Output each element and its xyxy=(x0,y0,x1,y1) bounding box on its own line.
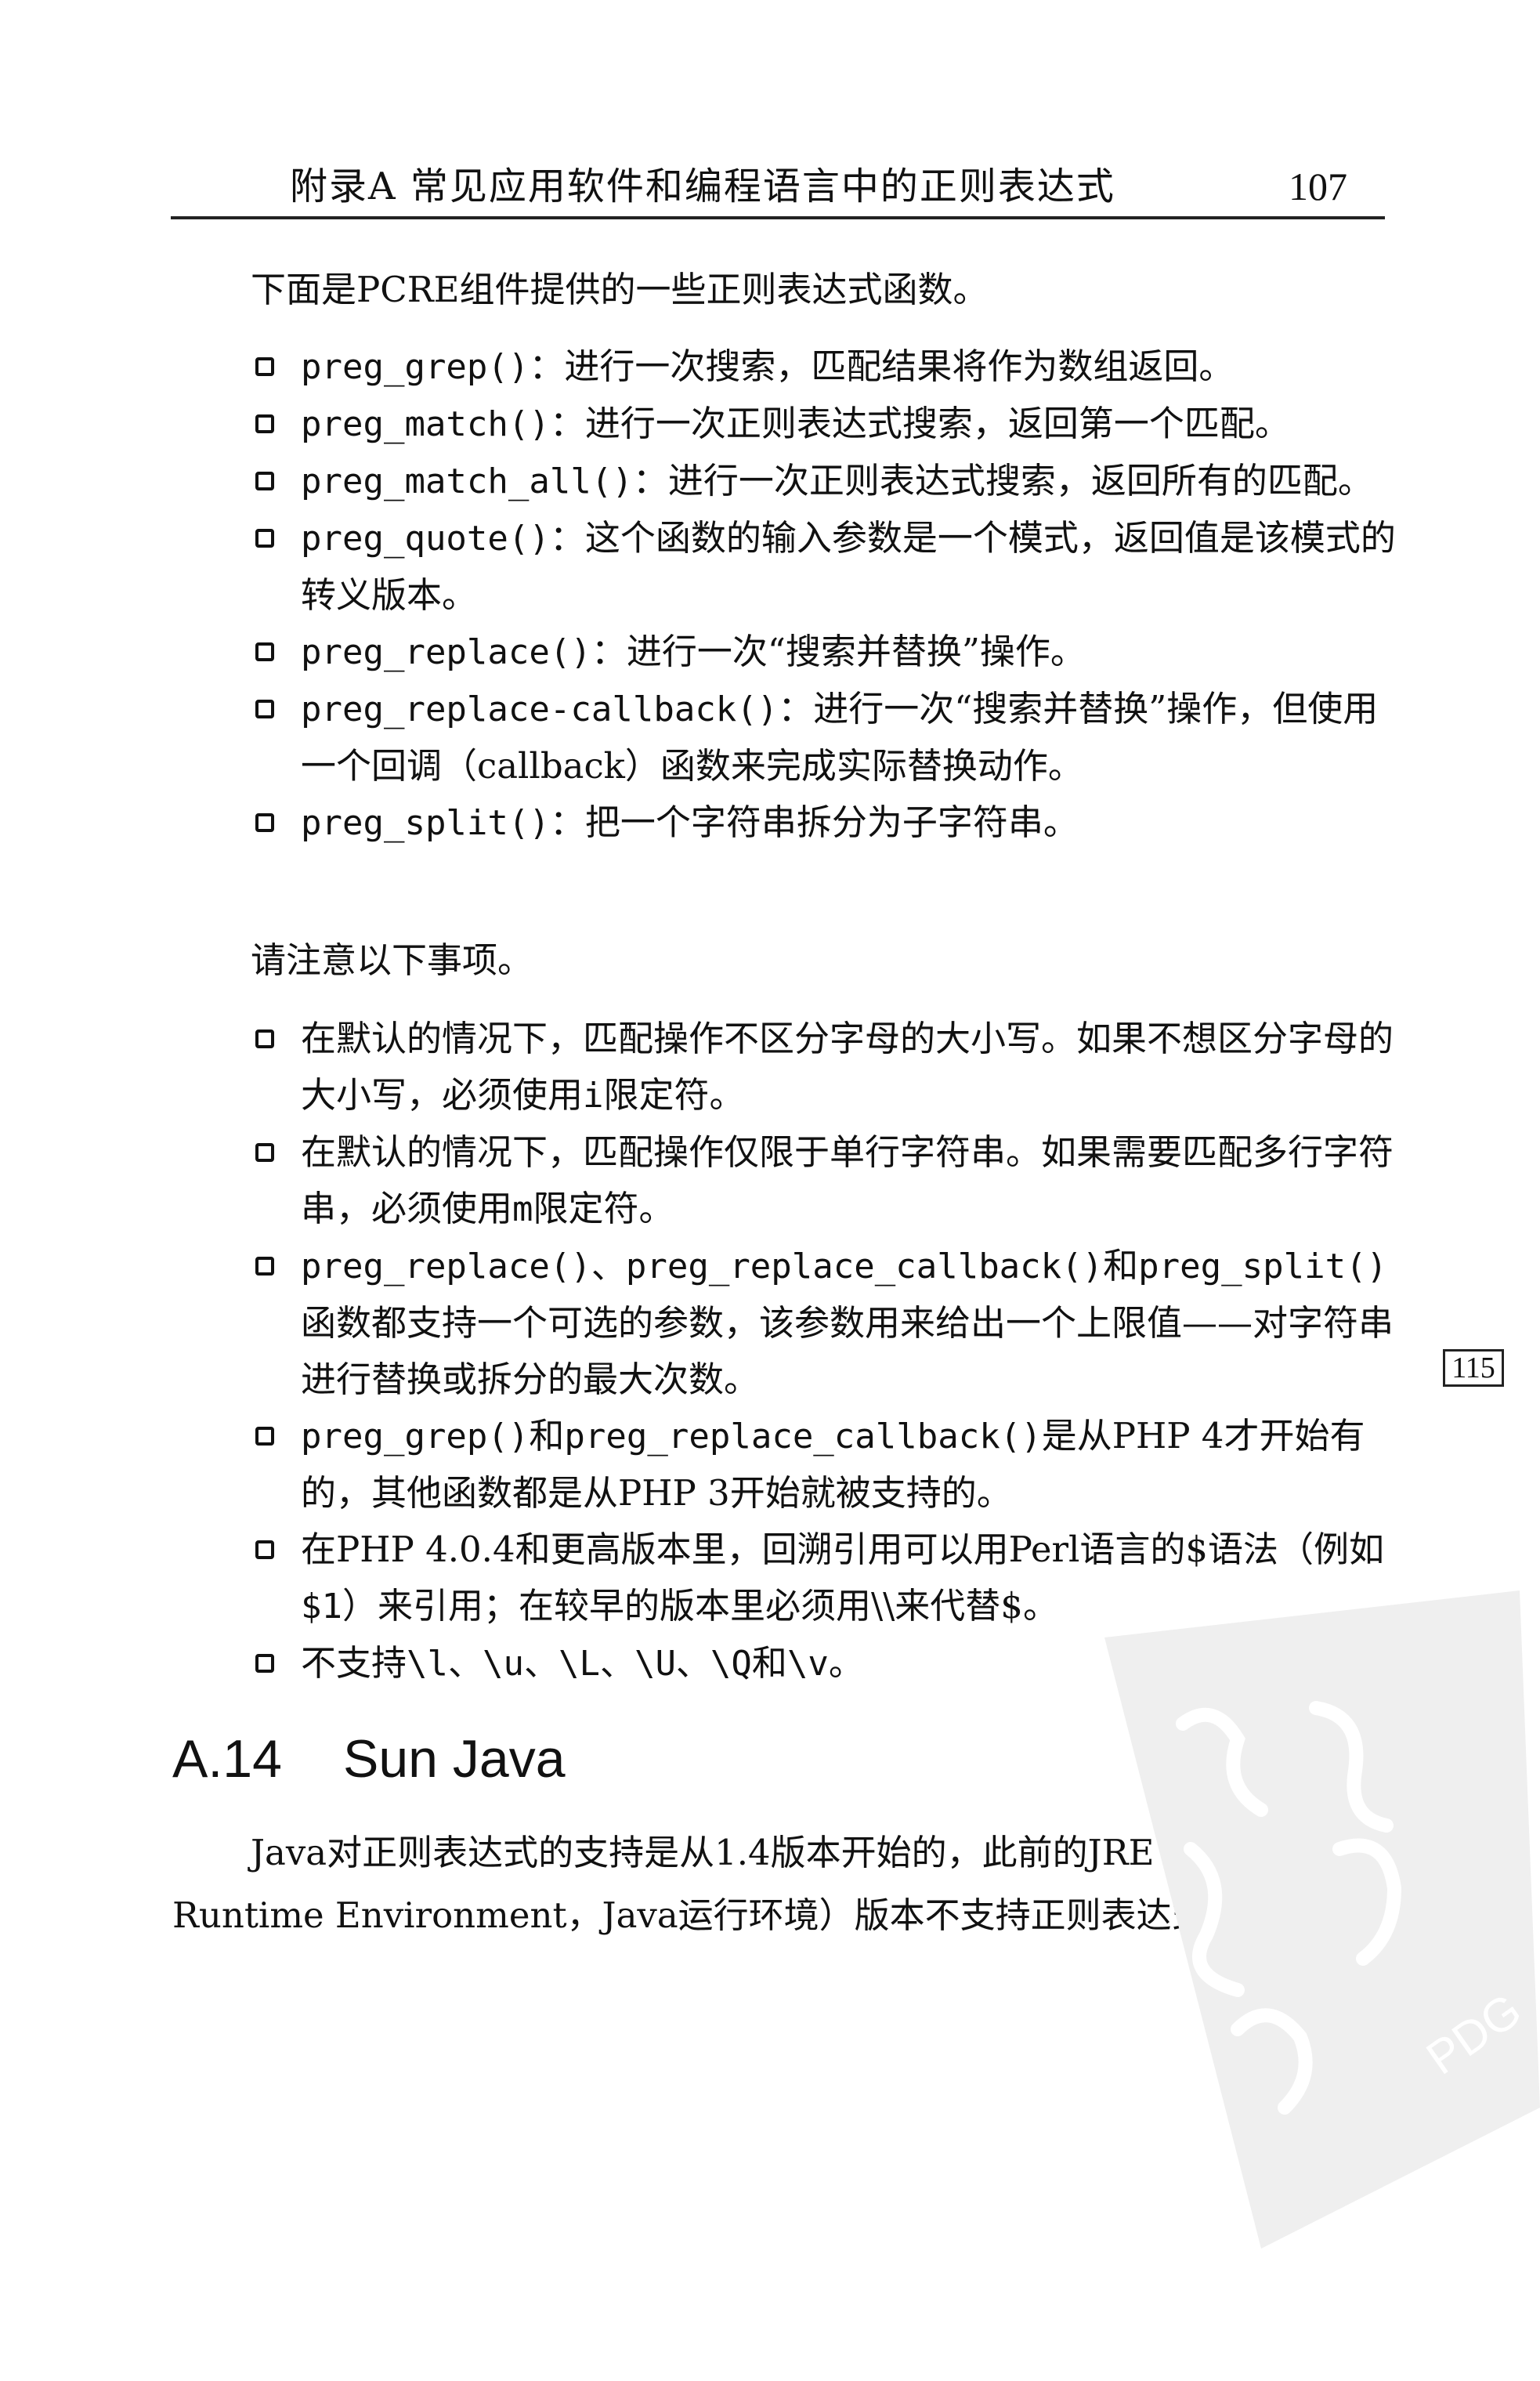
inline-code: preg_replace()、preg_replace_callback() xyxy=(301,1247,1104,1286)
list-item: 在默认的情况下，匹配操作不区分字母的大小写。如果不想区分字母的大小写，必须使用i… xyxy=(251,1011,1402,1124)
function-description: 进行一次正则表达式搜索，返回所有的匹配。 xyxy=(667,460,1373,501)
list-item: preg_grep()和preg_replace_callback()是从PHP… xyxy=(251,1408,1402,1522)
inline-code: m xyxy=(512,1189,533,1229)
inline-code: preg_split() xyxy=(1138,1247,1388,1286)
checkbox-bullet-icon xyxy=(255,357,274,376)
function-name: preg_grep() xyxy=(301,347,530,387)
checkbox-bullet-icon xyxy=(255,1540,274,1559)
section-number: A.14 xyxy=(172,1729,282,1789)
function-name: preg_match() xyxy=(301,404,550,444)
checkbox-bullet-icon xyxy=(255,813,274,832)
checkbox-bullet-icon xyxy=(255,1654,274,1673)
checkbox-bullet-icon xyxy=(255,700,274,718)
checkbox-bullet-icon xyxy=(255,1257,274,1276)
section-heading: A.14 Sun Java xyxy=(172,1724,566,1794)
checkbox-bullet-icon xyxy=(255,642,274,661)
list-item: preg_match_all()：进行一次正则表达式搜索，返回所有的匹配。 xyxy=(251,453,1402,510)
list-item: preg_replace()、preg_replace_callback()和p… xyxy=(251,1238,1402,1408)
list-item: preg_quote()：这个函数的输入参数是一个模式，返回值是该模式的转义版本… xyxy=(251,510,1402,624)
section-title: Sun Java xyxy=(343,1729,566,1789)
inline-code: i xyxy=(583,1076,604,1116)
list-item: preg_grep()：进行一次搜索，匹配结果将作为数组返回。 xyxy=(251,338,1402,396)
checkbox-bullet-icon xyxy=(255,1143,274,1162)
function-list: preg_grep()：进行一次搜索，匹配结果将作为数组返回。 preg_mat… xyxy=(251,338,1402,852)
list-item: preg_replace-callback()：进行一次“搜索并替换”操作，但使… xyxy=(251,681,1402,794)
function-name: preg_match_all() xyxy=(301,461,633,501)
checkbox-bullet-icon xyxy=(255,529,274,548)
page-number: 107 xyxy=(1289,165,1347,208)
watermark-seal: PDG xyxy=(1104,1590,1540,2249)
inline-code: \v xyxy=(786,1644,829,1684)
list-item: preg_match()：进行一次正则表达式搜索，返回第一个匹配。 xyxy=(251,396,1402,453)
list-item: 在默认的情况下，匹配操作仅限于单行字符串。如果需要匹配多行字符串，必须使用m限定… xyxy=(251,1124,1402,1238)
checkbox-bullet-icon xyxy=(255,1427,274,1446)
function-name: preg_replace-callback() xyxy=(301,689,779,729)
inline-code: \l、\u、\L、\U、\Q xyxy=(407,1644,752,1684)
function-name: preg_replace() xyxy=(301,632,591,672)
notes-intro: 请注意以下事项。 xyxy=(251,939,533,981)
function-description: 把一个字符串拆分为子字符串。 xyxy=(584,802,1079,843)
page: 附录A 常见应用软件和编程语言中的正则表达式 107 下面是PCRE组件提供的一… xyxy=(0,0,1540,2381)
function-description: 进行一次搜索，匹配结果将作为数组返回。 xyxy=(564,346,1235,387)
functions-intro: 下面是PCRE组件提供的一些正则表达式函数。 xyxy=(251,269,989,310)
chapter-title: 附录A 常见应用软件和编程语言中的正则表达式 xyxy=(290,165,1115,208)
running-header: 附录A 常见应用软件和编程语言中的正则表达式 107 xyxy=(290,163,1347,215)
inline-code: preg_grep() xyxy=(301,1417,530,1456)
watermark-shape xyxy=(1104,1590,1540,2249)
function-description: 进行一次“搜索并替换”操作。 xyxy=(626,631,1086,672)
list-item: preg_replace()：进行一次“搜索并替换”操作。 xyxy=(251,624,1402,681)
original-page-marker: 115 xyxy=(1443,1349,1504,1387)
checkbox-bullet-icon xyxy=(255,414,274,433)
list-item: preg_split()：把一个字符串拆分为子字符串。 xyxy=(251,794,1402,852)
inline-code: preg_replace_callback() xyxy=(564,1417,1042,1456)
function-name: preg_quote() xyxy=(301,519,550,559)
function-name: preg_split() xyxy=(301,803,550,843)
checkbox-bullet-icon xyxy=(255,1029,274,1048)
inline-code: $1 xyxy=(301,1587,342,1627)
header-rule xyxy=(171,216,1385,219)
checkbox-bullet-icon xyxy=(255,472,274,490)
function-description: 进行一次正则表达式搜索，返回第一个匹配。 xyxy=(584,403,1290,444)
